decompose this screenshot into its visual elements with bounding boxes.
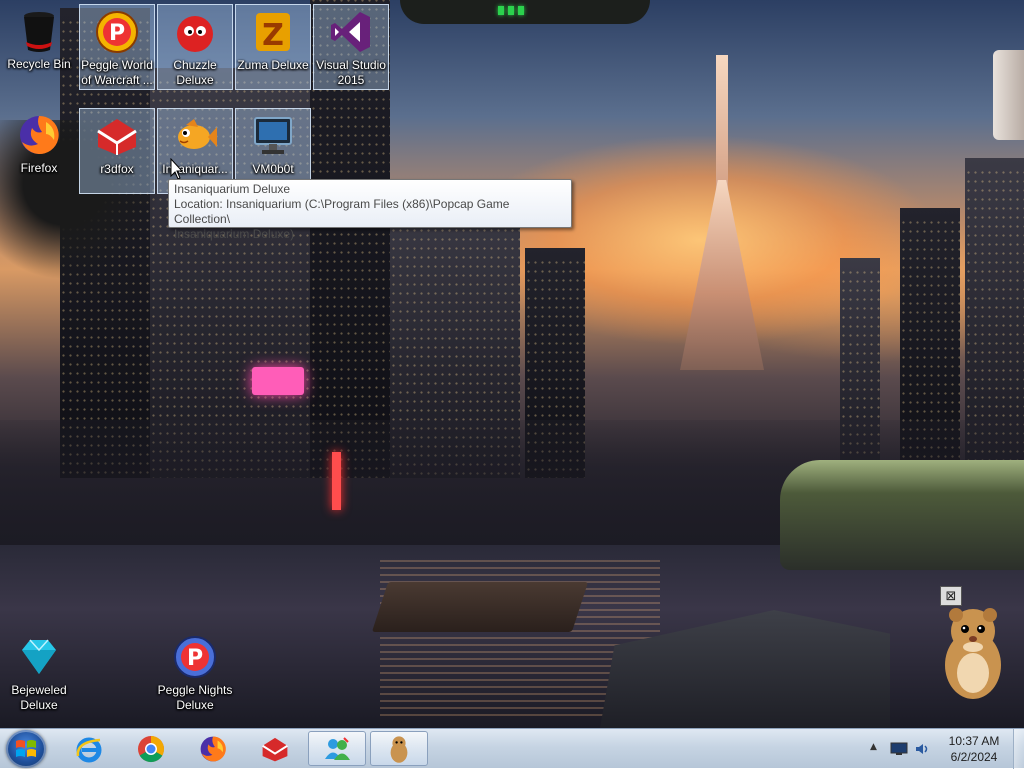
peggle-icon: P — [93, 8, 141, 56]
volume-speaker-icon[interactable] — [914, 741, 930, 757]
taskbar-hamster-app[interactable] — [370, 731, 428, 766]
wallpaper-screen — [993, 50, 1024, 140]
taskbar: ▲ 10:37 AM 6/2/2024 — [0, 728, 1024, 769]
monitor-icon — [249, 112, 297, 160]
taskbar-r3dfox[interactable] — [248, 731, 302, 766]
hamster-icon — [390, 735, 408, 763]
icon-label: Zuma Deluxe — [237, 58, 309, 72]
monitor-top-bezel — [400, 0, 650, 24]
chuzzle-icon — [171, 8, 219, 56]
svg-text:P: P — [187, 646, 203, 671]
icon-label: VM0b0t — [252, 162, 294, 176]
visual-studio-icon — [327, 8, 375, 56]
wallpaper-barge — [371, 582, 589, 632]
recycle-bin-icon — [15, 7, 63, 55]
icon-label: Peggle Nights Deluxe — [157, 683, 233, 712]
svg-text:P: P — [109, 21, 125, 46]
desktop-icon-chuzzle[interactable]: Chuzzle Deluxe — [157, 4, 233, 90]
hamster-gadget-icon[interactable] — [940, 603, 1006, 703]
wallpaper-platform — [780, 460, 1024, 570]
start-button[interactable] — [6, 730, 46, 768]
icon-label: Recycle Bin — [7, 57, 71, 71]
tooltip-location: Location: Insaniquarium (C:\Program File… — [174, 197, 510, 226]
chrome-icon — [138, 735, 165, 762]
icon-label: Firefox — [20, 161, 58, 175]
insaniquarium-fish-icon — [171, 112, 219, 160]
wallpaper-neon-sign — [252, 367, 304, 395]
taskbar-chrome[interactable] — [124, 731, 178, 766]
peggle-icon: P — [171, 633, 219, 681]
icon-label: Chuzzle Deluxe — [173, 58, 217, 87]
r3dfox-icon — [93, 112, 141, 160]
clock-date: 6/2/2024 — [950, 750, 998, 764]
desktop-icon-firefox[interactable]: Firefox — [1, 108, 77, 194]
mouse-cursor-icon — [170, 158, 184, 180]
tooltip-location-cont: Insaniquarium Deluxe) — [174, 227, 295, 241]
icon-label: Peggle World of Warcraft ... — [81, 58, 153, 87]
desktop-icon-recycle-bin[interactable]: Recycle Bin — [1, 4, 77, 90]
desktop-icon-peggle-nights[interactable]: P Peggle Nights Deluxe — [157, 630, 233, 716]
diamond-icon — [15, 633, 63, 681]
windows-start-orb-icon — [16, 740, 36, 757]
icon-label: Bejeweled Deluxe — [11, 683, 67, 712]
tooltip-title: Insaniquarium Deluxe — [174, 182, 291, 196]
show-desktop-button[interactable] — [1013, 729, 1024, 769]
taskbar-firefox[interactable] — [186, 731, 240, 766]
close-icon: ⊠ — [945, 588, 957, 604]
desktop-icon-peggle-wow[interactable]: P Peggle World of Warcraft ... — [79, 4, 155, 90]
desktop-icon-visual-studio[interactable]: Visual Studio 2015 — [313, 4, 389, 90]
firefox-icon — [15, 111, 63, 159]
show-hidden-icons-chevron-up-icon[interactable]: ▲ — [870, 742, 877, 752]
icon-label: Insaniquar... — [162, 162, 228, 176]
wallpaper-neon-sign — [332, 452, 341, 510]
taskbar-internet-explorer[interactable] — [62, 731, 116, 766]
system-clock[interactable]: 10:37 AM 6/2/2024 — [936, 733, 1012, 765]
svg-text:Z: Z — [262, 18, 284, 53]
desktop-icon-r3dfox[interactable]: r3dfox — [79, 108, 155, 194]
icon-label: Visual Studio 2015 — [316, 58, 386, 87]
desktop-icon-zuma[interactable]: Z Zuma Deluxe — [235, 4, 311, 90]
people-icon — [325, 736, 350, 760]
zuma-icon: Z — [249, 8, 297, 56]
taskbar-messenger[interactable] — [308, 731, 366, 766]
network-monitor-icon[interactable] — [890, 742, 908, 756]
r3dfox-icon — [262, 737, 288, 761]
firefox-icon — [200, 736, 226, 761]
icon-tooltip: Insaniquarium Deluxe Location: Insaniqua… — [168, 179, 572, 241]
clock-time: 10:37 AM — [948, 734, 1000, 748]
internet-explorer-icon — [76, 737, 102, 762]
wallpaper-spire — [680, 180, 764, 370]
desktop-icon-bejeweled[interactable]: Bejeweled Deluxe — [1, 630, 77, 716]
icon-label: r3dfox — [100, 162, 134, 176]
